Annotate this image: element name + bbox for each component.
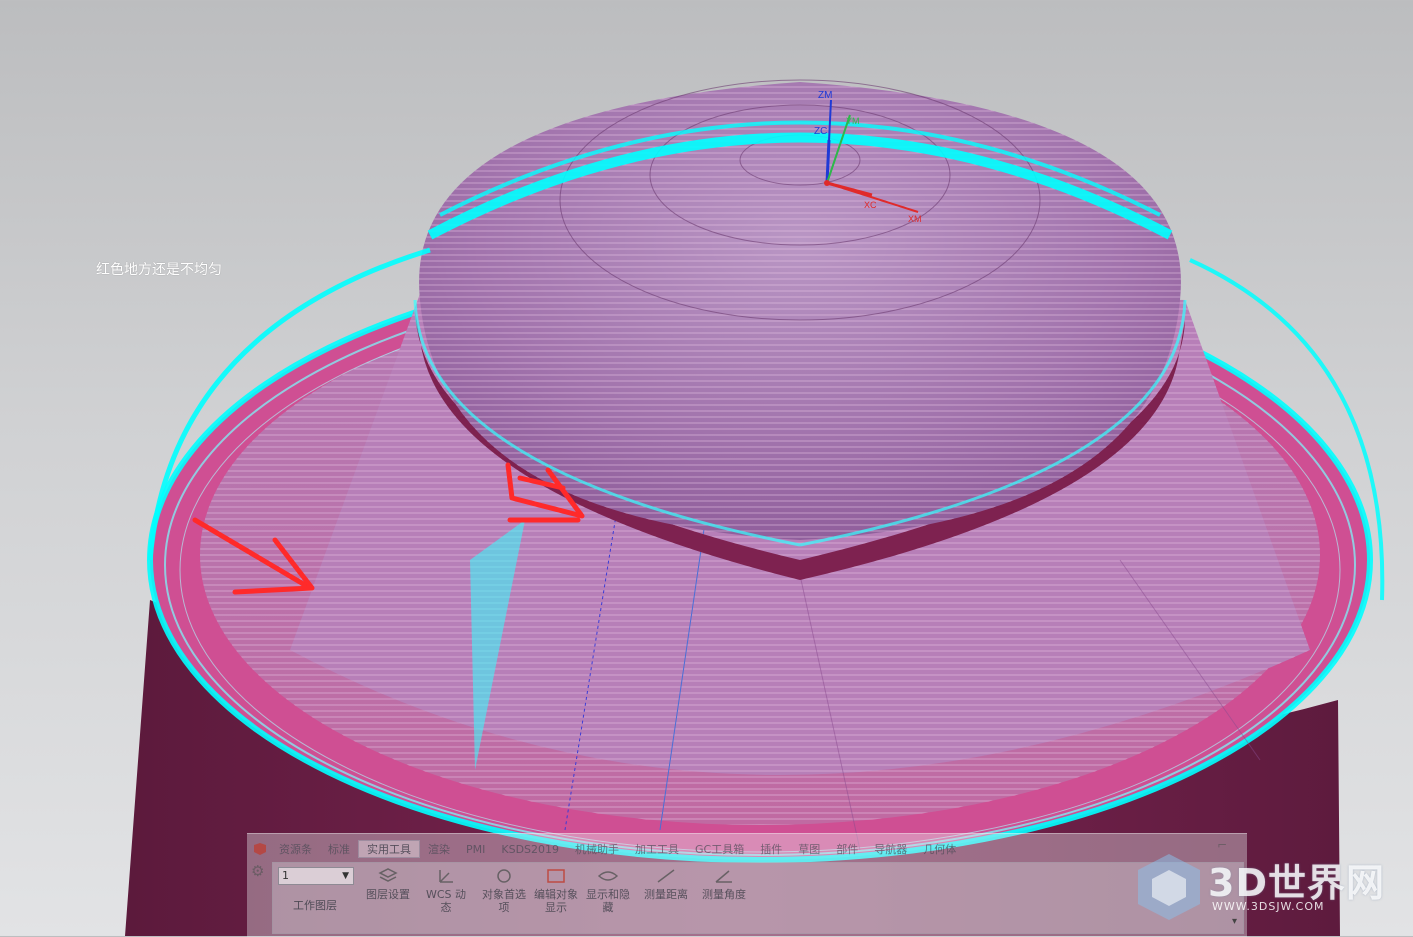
work-layer-value: 1 xyxy=(282,869,289,882)
tab-part[interactable]: 部件 xyxy=(828,841,866,857)
measure-angle-icon xyxy=(715,870,732,883)
tab-resources[interactable]: 资源条 xyxy=(271,841,320,857)
tab-ksds2019[interactable]: KSDS2019 xyxy=(493,843,567,856)
show-hide-label: 显示和隐藏 xyxy=(586,888,630,914)
watermark-url: WWW.3DSJW.COM xyxy=(1212,900,1325,913)
axis-zm-label: ZM xyxy=(818,90,832,101)
axis-zc-label: ZC xyxy=(814,126,827,137)
layer-settings-button[interactable]: 图层设置 xyxy=(363,867,413,901)
tab-sketch[interactable]: 草图 xyxy=(790,841,828,857)
annotation-note: 红色地方还是不均匀 xyxy=(96,262,222,278)
watermark-logo-icon xyxy=(1138,854,1200,920)
measure-angle-label: 测量角度 xyxy=(702,888,746,901)
tab-plugins[interactable]: 插件 xyxy=(752,841,790,857)
tab-geometry[interactable]: 几何体 xyxy=(915,841,964,857)
tab-utilities[interactable]: 实用工具 xyxy=(358,840,420,858)
show-hide-icon xyxy=(597,871,619,881)
ribbon-panel: 1 ▼ 工作图层 图层设置 WCS 动态 对象首选项 编辑对象显示 显示和隐藏 … xyxy=(272,862,1244,934)
ribbon-tab-bar: 资源条 标准 实用工具 渲染 PMI KSDS2019 机械助手 加工工具 GC… xyxy=(247,838,1247,860)
measure-distance-button[interactable]: 测量距离 xyxy=(641,867,691,901)
measure-distance-label: 测量距离 xyxy=(644,888,688,901)
app-logo-icon[interactable] xyxy=(253,842,267,856)
axis-xc-label: XC xyxy=(864,200,877,210)
layers-icon xyxy=(378,868,398,882)
watermark: 3D世界网 WWW.3DSJW.COM xyxy=(1128,846,1398,936)
layer-settings-label: 图层设置 xyxy=(366,888,410,901)
gear-icon[interactable]: ⚙ xyxy=(251,864,264,879)
show-hide-button[interactable]: 显示和隐藏 xyxy=(583,867,633,914)
preferences-icon xyxy=(497,869,511,883)
edit-object-display-label: 编辑对象显示 xyxy=(534,888,578,914)
chevron-down-icon[interactable]: ▼ xyxy=(342,868,349,884)
wcs-icon xyxy=(439,870,453,883)
edit-display-icon xyxy=(547,869,565,883)
axis-ym-label: YM xyxy=(846,116,860,126)
wcs-dynamic-label: WCS 动态 xyxy=(425,888,467,914)
edit-object-display-button[interactable]: 编辑对象显示 xyxy=(531,867,581,914)
tab-mechanical-assistant[interactable]: 机械助手 xyxy=(567,841,627,857)
tab-navigator[interactable]: 导航器 xyxy=(866,841,915,857)
watermark-brand: 3D世界网 xyxy=(1208,861,1385,905)
wcs-dynamic-button[interactable]: WCS 动态 xyxy=(421,867,471,914)
tab-standard[interactable]: 标准 xyxy=(320,841,358,857)
tab-machining-tools[interactable]: 加工工具 xyxy=(627,841,687,857)
graphics-viewport[interactable]: ZM ZC YM XC XM xyxy=(0,0,1413,936)
measure-angle-button[interactable]: 测量角度 xyxy=(699,867,749,901)
object-preferences-button[interactable]: 对象首选项 xyxy=(479,867,529,914)
tab-render[interactable]: 渲染 xyxy=(420,841,458,857)
ribbon-toolbar: 资源条 标准 实用工具 渲染 PMI KSDS2019 机械助手 加工工具 GC… xyxy=(247,833,1247,937)
object-preferences-label: 对象首选项 xyxy=(482,888,526,914)
work-layer-select[interactable]: 1 ▼ xyxy=(278,867,354,885)
work-layer-label: 工作图层 xyxy=(293,899,337,912)
tab-pmi[interactable]: PMI xyxy=(458,843,493,856)
axis-xm-label: XM xyxy=(908,214,922,224)
measure-distance-icon xyxy=(657,869,675,883)
tab-gc-toolbox[interactable]: GC工具箱 xyxy=(687,841,752,857)
